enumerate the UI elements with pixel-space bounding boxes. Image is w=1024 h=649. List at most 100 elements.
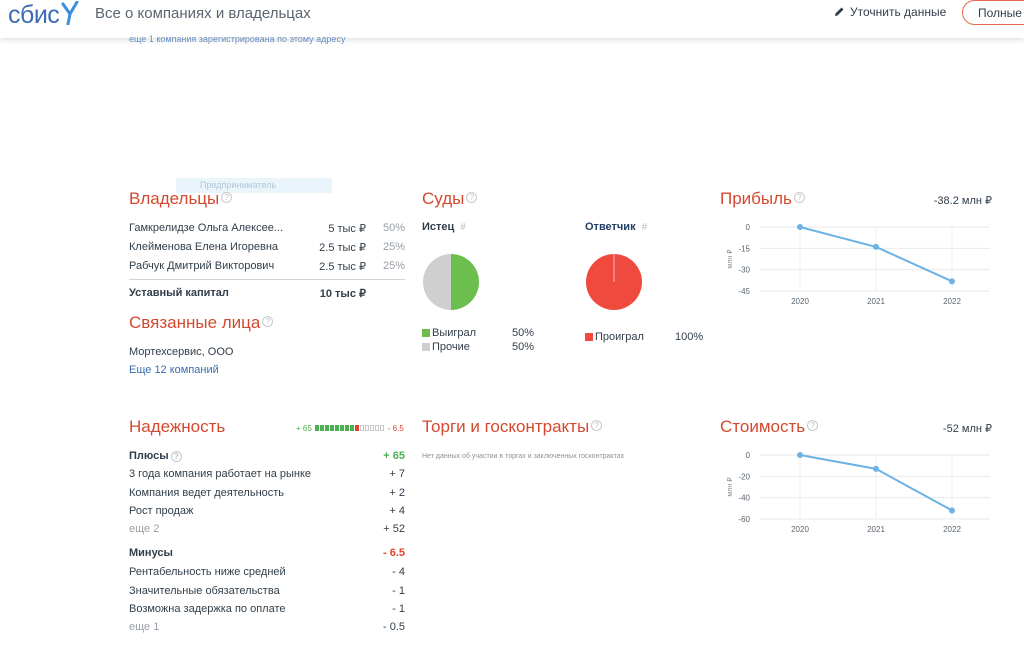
tenders-title[interactable]: Торги и госконтракты? bbox=[422, 417, 603, 437]
legend-value: 50% bbox=[512, 327, 535, 339]
defendant-label-text: Ответчик bbox=[585, 221, 636, 233]
reliability-segment bbox=[364, 425, 369, 431]
hash-icon: # bbox=[460, 222, 466, 233]
help-icon[interactable]: ? bbox=[466, 192, 478, 203]
pie-slice-other bbox=[423, 254, 451, 310]
y-tick-label: -15 bbox=[738, 244, 750, 253]
data-point bbox=[949, 278, 955, 285]
owner-share: 25% bbox=[382, 260, 405, 272]
x-tick-label: 2021 bbox=[867, 525, 885, 534]
y-tick-label: 0 bbox=[746, 223, 751, 232]
plaintiff-pie[interactable] bbox=[422, 253, 480, 311]
owners-title[interactable]: Владельцы? bbox=[129, 189, 233, 209]
defendant-pie[interactable] bbox=[585, 253, 643, 311]
reliability-segment bbox=[349, 425, 354, 431]
minuses-more-link[interactable]: еще 1 bbox=[129, 621, 159, 633]
more-companies-at-address-link[interactable]: еще 1 компания зарегистрирована по этому… bbox=[129, 34, 345, 44]
plaintiff-label-text: Истец bbox=[422, 221, 455, 233]
pluses-more-link[interactable]: еще 2 bbox=[129, 523, 159, 535]
pluses-total: + 65 bbox=[383, 450, 405, 462]
legend-item: Прочие bbox=[422, 341, 470, 353]
tenders-title-text: Торги и госконтракты bbox=[422, 417, 590, 436]
help-icon[interactable]: ? bbox=[170, 451, 182, 462]
pluses-label: Плюсы? bbox=[129, 450, 182, 462]
reliability-segments bbox=[314, 424, 385, 433]
reliability-segment bbox=[354, 425, 359, 431]
owner-amount: 2.5 тыс ₽ bbox=[319, 242, 366, 254]
reliability-factor[interactable]: Возможна задержка по оплате bbox=[129, 603, 285, 615]
edit-data-link[interactable]: Уточнить данные bbox=[833, 5, 946, 19]
reliability-factor[interactable]: Значительные обязательства bbox=[129, 585, 280, 597]
reliability-factor-value: - 1 bbox=[392, 584, 405, 597]
cost-value: -52 млн ₽ bbox=[942, 423, 992, 435]
related-more-link[interactable]: Еще 12 компаний bbox=[129, 364, 219, 376]
help-icon[interactable]: ? bbox=[221, 192, 233, 203]
owner-name[interactable]: Гамкрелидзе Ольга Алексее... bbox=[129, 222, 283, 234]
owner-name[interactable]: Клейменова Елена Игоревна bbox=[129, 241, 278, 253]
profit-chart[interactable]: млн ₽ 0 -15 -30 -45 2020 2021 2022 bbox=[720, 215, 995, 310]
hash-icon: # bbox=[641, 222, 648, 233]
y-tick-label: -20 bbox=[738, 472, 750, 481]
logo-text: сбис bbox=[8, 0, 60, 29]
legend-swatch bbox=[422, 343, 430, 351]
legend-label: Прочие bbox=[432, 341, 470, 353]
owner-share: 50% bbox=[382, 222, 405, 234]
reliability-factor[interactable]: Рост продаж bbox=[129, 505, 193, 517]
reliability-segment bbox=[369, 425, 374, 431]
edit-data-label: Уточнить данные bbox=[850, 5, 947, 19]
cost-title[interactable]: Стоимость? bbox=[720, 417, 819, 437]
reliability-segment bbox=[379, 425, 384, 431]
reliability-factor[interactable]: Рентабельность ниже средней bbox=[129, 566, 286, 578]
cost-title-text: Стоимость bbox=[720, 417, 806, 436]
owner-share: 25% bbox=[382, 241, 405, 253]
owners-title-text: Владельцы bbox=[129, 189, 220, 208]
owner-amount: 5 тыс ₽ bbox=[328, 223, 366, 235]
profit-title[interactable]: Прибыль? bbox=[720, 189, 805, 209]
reliability-bar[interactable]: + 65 - 6.5 bbox=[296, 424, 404, 433]
help-icon[interactable]: ? bbox=[807, 420, 819, 431]
legend-item: Выиграл bbox=[422, 327, 476, 339]
sbis-logo[interactable]: сбис bbox=[8, 1, 79, 29]
y-tick-label: -60 bbox=[738, 515, 750, 524]
related-title[interactable]: Связанные лица? bbox=[129, 313, 274, 333]
reliability-title[interactable]: Надежность bbox=[129, 417, 225, 437]
reliability-segment bbox=[314, 425, 319, 431]
reliability-factor-value: + 2 bbox=[389, 486, 405, 499]
full-report-button[interactable]: Полные bbox=[962, 0, 1024, 25]
help-icon[interactable]: ? bbox=[793, 192, 805, 203]
help-icon[interactable]: ? bbox=[591, 420, 603, 431]
reliability-factor-value: - 1 bbox=[392, 603, 405, 615]
y-tick-label: -40 bbox=[738, 494, 750, 503]
logo-check-icon bbox=[61, 1, 79, 25]
reliability-segment bbox=[339, 425, 344, 431]
y-axis-label: млн ₽ bbox=[726, 477, 734, 497]
legend-value: 100% bbox=[675, 331, 704, 343]
owner-name[interactable]: Рабчук Дмитрий Викторович bbox=[129, 260, 274, 272]
legend-label: Проиграл bbox=[595, 331, 644, 343]
data-point bbox=[873, 243, 879, 250]
pencil-icon bbox=[835, 7, 844, 16]
y-axis-label: млн ₽ bbox=[726, 249, 734, 269]
related-company[interactable]: Мортехсервис, ООО bbox=[129, 346, 233, 358]
x-tick-label: 2020 bbox=[791, 297, 809, 306]
pluses-label-text: Плюсы bbox=[129, 450, 169, 462]
data-point bbox=[797, 452, 803, 458]
pluses-more-value: + 52 bbox=[383, 523, 405, 535]
cost-chart[interactable]: млн ₽ 0 -20 -40 -60 2020 2021 2022 bbox=[720, 443, 995, 538]
help-icon[interactable]: ? bbox=[262, 316, 274, 327]
x-tick-label: 2021 bbox=[867, 297, 885, 306]
legend-value: 50% bbox=[512, 341, 535, 353]
tenders-note: Нет данных об участии в торгах и заключе… bbox=[422, 453, 625, 460]
reliability-segment bbox=[324, 425, 329, 431]
courts-title[interactable]: Суды? bbox=[422, 189, 478, 209]
profit-value: -38.2 млн ₽ bbox=[933, 195, 992, 207]
reliability-factor-value: - 4 bbox=[392, 566, 405, 578]
reliability-factor[interactable]: 3 года компания работает на рынке bbox=[129, 468, 311, 480]
profit-title-text: Прибыль bbox=[720, 189, 792, 208]
minuses-total: - 6.5 bbox=[382, 547, 405, 559]
reliability-factor[interactable]: Компания ведет деятельность bbox=[129, 487, 284, 499]
reliability-factor-value: + 4 bbox=[389, 505, 405, 517]
courts-title-text: Суды bbox=[422, 189, 465, 208]
defendant-label: Ответчик # bbox=[585, 221, 647, 233]
reliability-segment bbox=[344, 425, 349, 431]
